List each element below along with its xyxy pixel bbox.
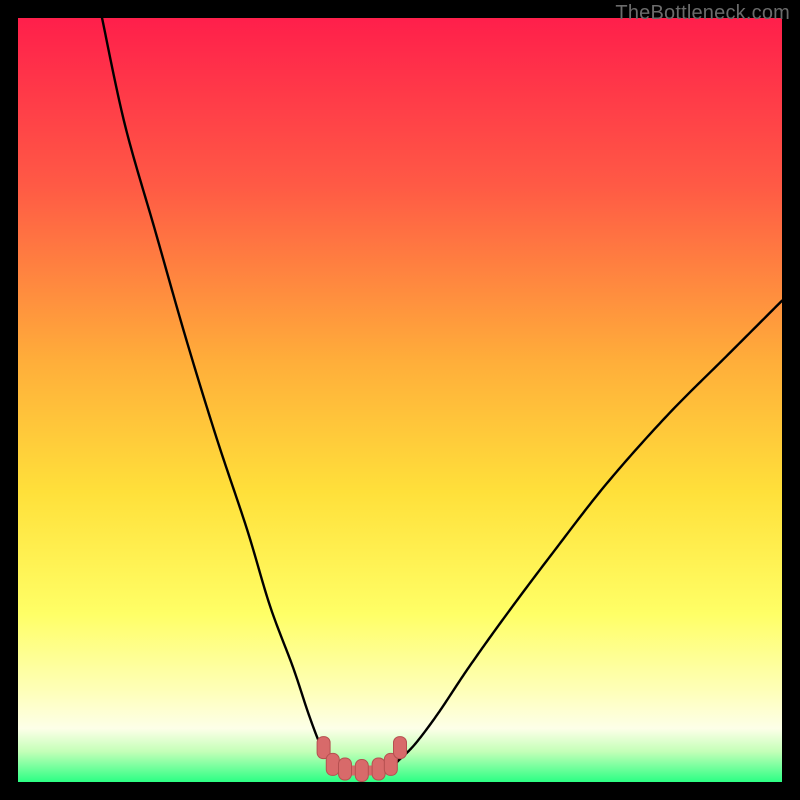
data-marker xyxy=(355,760,368,782)
data-marker xyxy=(394,737,407,759)
data-marker xyxy=(372,758,385,780)
data-marker xyxy=(338,758,351,780)
gradient-background xyxy=(18,18,782,782)
watermark-text: TheBottleneck.com xyxy=(615,2,790,25)
data-marker xyxy=(326,753,339,775)
bottleneck-chart xyxy=(18,18,782,782)
plot-frame xyxy=(18,18,782,782)
